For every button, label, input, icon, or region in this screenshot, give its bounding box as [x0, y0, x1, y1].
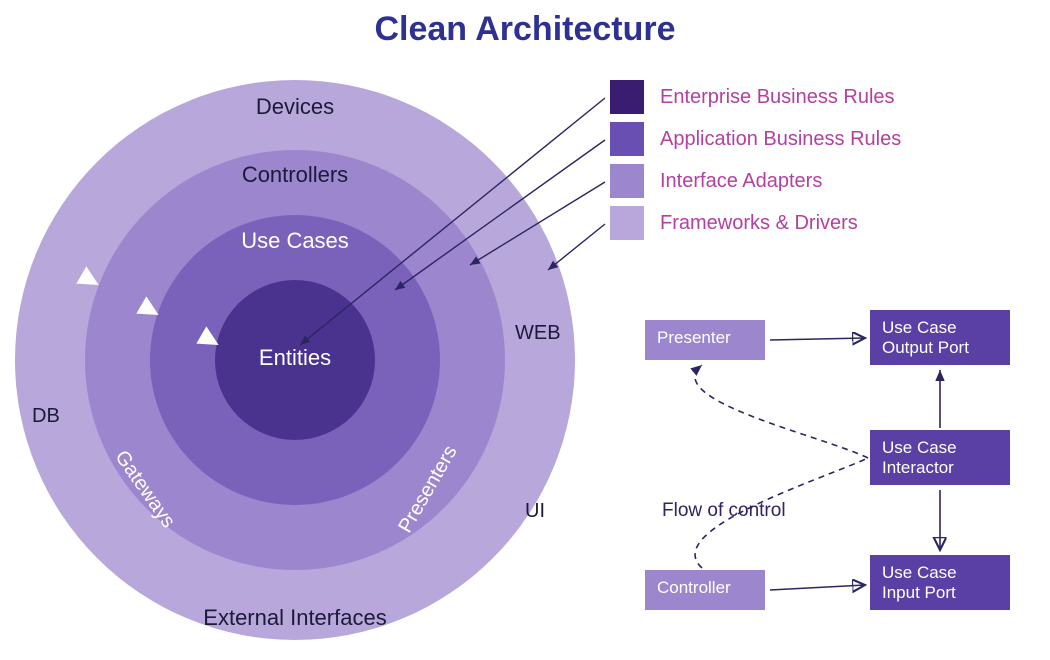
- box-controller: Controller: [645, 570, 765, 610]
- label-flow-of-control: Flow of control: [662, 500, 786, 522]
- swatch-icon: [610, 80, 644, 114]
- label-db: DB: [32, 405, 60, 428]
- label-web: WEB: [515, 322, 561, 345]
- swatch-icon: [610, 206, 644, 240]
- label-entities: Entities: [215, 345, 375, 371]
- label-external-interfaces: External Interfaces: [15, 605, 575, 631]
- swatch-icon: [610, 122, 644, 156]
- label-use-cases: Use Cases: [150, 228, 440, 254]
- label-controllers: Controllers: [85, 162, 505, 188]
- diagram-title: Clean Architecture: [0, 10, 1050, 49]
- legend-label: Enterprise Business Rules: [660, 86, 895, 109]
- legend-label: Frameworks & Drivers: [660, 212, 858, 235]
- legend-item-interface: Interface Adapters: [610, 164, 901, 198]
- legend-label: Application Business Rules: [660, 128, 901, 151]
- box-presenter: Presenter: [645, 320, 765, 360]
- legend: Enterprise Business Rules Application Bu…: [610, 80, 901, 248]
- label-devices: Devices: [15, 94, 575, 120]
- legend-item-frameworks: Frameworks & Drivers: [610, 206, 901, 240]
- legend-label: Interface Adapters: [660, 170, 822, 193]
- swatch-icon: [610, 164, 644, 198]
- box-use-case-input-port: Use Case Input Port: [870, 555, 1010, 610]
- legend-item-enterprise: Enterprise Business Rules: [610, 80, 901, 114]
- legend-item-application: Application Business Rules: [610, 122, 901, 156]
- box-use-case-interactor: Use Case Interactor: [870, 430, 1010, 485]
- label-ui: UI: [525, 500, 545, 523]
- box-use-case-output-port: Use Case Output Port: [870, 310, 1010, 365]
